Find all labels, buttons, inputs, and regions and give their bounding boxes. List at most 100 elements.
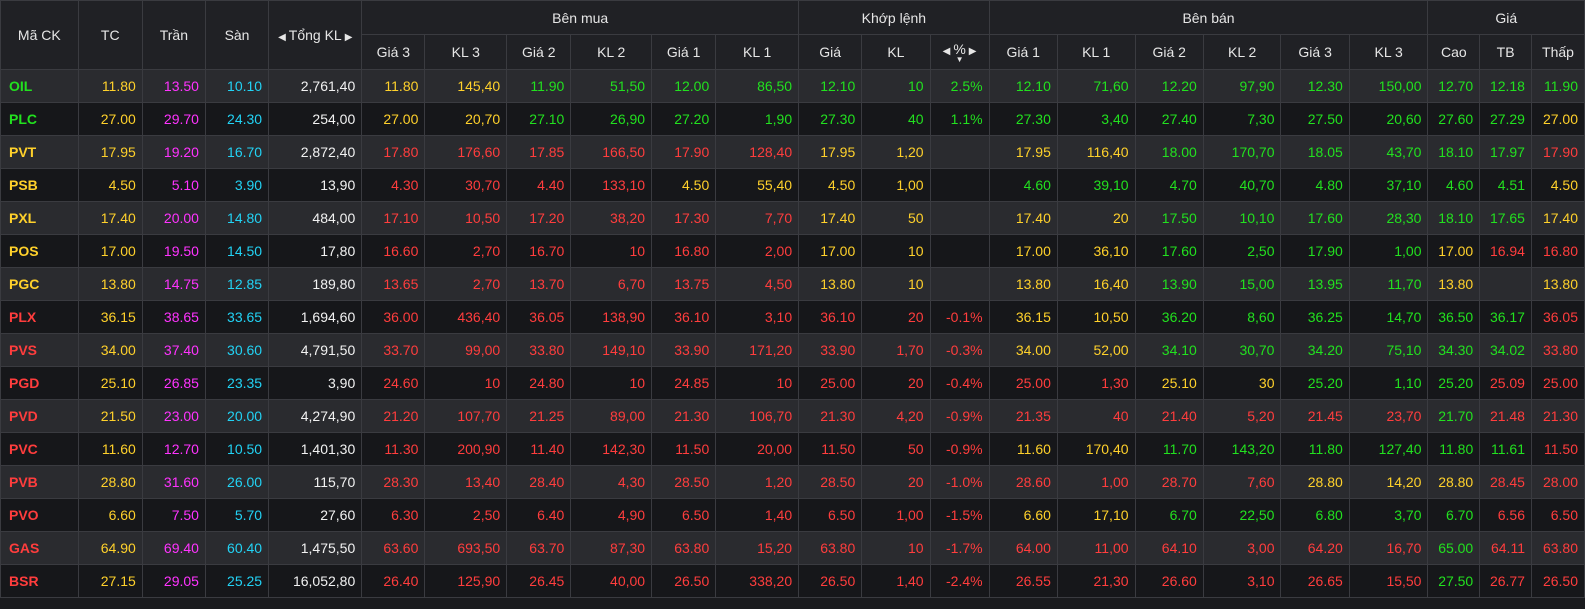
sell-price-2-cell: 17.50: [1134, 201, 1204, 235]
sell-vol-3-cell: 16,70: [1348, 531, 1429, 565]
buy-vol-2-cell: 166,50: [570, 135, 653, 169]
low-price-cell: 27.00: [1530, 102, 1585, 136]
sell-price-3-cell: 28.80: [1280, 465, 1350, 499]
ceil-price-cell: 5.10: [141, 168, 206, 202]
table-row[interactable]: PXL 17.40 20.00 14.80 484,00 17.10 10,50 17.20 3…: [0, 201, 1585, 235]
buy-vol-3-cell: 99,00: [424, 333, 508, 367]
match-pct-cell: 1.1%: [929, 102, 990, 136]
ceil-price-cell: 23.00: [141, 399, 206, 433]
arrow-left-icon[interactable]: ◀: [940, 46, 954, 57]
symbol-cell: PLC: [0, 102, 79, 136]
arrow-right-icon[interactable]: ▶: [342, 32, 356, 43]
sell-price-1-cell: 6.60: [988, 498, 1058, 532]
low-price-cell: 63.80: [1530, 531, 1585, 565]
avg-price-cell: [1479, 267, 1532, 301]
buy-vol-1-cell: 1,90: [715, 102, 800, 136]
avg-price-cell: 4.51: [1479, 168, 1532, 202]
ceil-price-cell: 20.00: [141, 201, 206, 235]
table-row[interactable]: PLX 36.15 38.65 33.65 1,694,60 36.00 436,40 36.…: [0, 300, 1585, 334]
col-header-ref[interactable]: TC: [77, 0, 143, 70]
col-header-sell-vol-1[interactable]: KL 1: [1056, 34, 1136, 70]
col-header-avg[interactable]: TB: [1479, 34, 1532, 70]
table-row[interactable]: PVC 11.60 12.70 10.50 1,401,30 11.30 200,90 11.…: [0, 432, 1585, 466]
high-price-cell: 25.20: [1427, 366, 1481, 400]
table-row[interactable]: PVT 17.95 19.20 16.70 2,872,40 17.80 176,60 17.…: [0, 135, 1585, 169]
col-header-ceil[interactable]: Trần: [141, 0, 206, 70]
arrow-left-icon[interactable]: ◀: [275, 32, 289, 43]
buy-price-2-cell: 21.25: [506, 399, 572, 433]
col-header-match-price[interactable]: Giá: [798, 34, 863, 70]
sell-price-3-cell: 64.20: [1280, 531, 1350, 565]
total-vol-cell: 1,475,50: [268, 531, 363, 565]
table-row[interactable]: PLC 27.00 29.70 24.30 254,00 27.00 20,70 27.10 2…: [0, 102, 1585, 136]
col-header-sell-price-3[interactable]: Giá 3: [1280, 34, 1350, 70]
table-row[interactable]: PVB 28.80 31.60 26.00 115,70 28.30 13,40 28.40 4…: [0, 465, 1585, 499]
table-row[interactable]: PVS 34.00 37.40 30.60 4,791,50 33.70 99,00 33.8…: [0, 333, 1585, 367]
sell-price-2-cell: 27.40: [1134, 102, 1204, 136]
table-row[interactable]: BSR 27.15 29.05 25.25 16,052,80 26.40 125,90 26…: [0, 564, 1585, 598]
table-row[interactable]: PGD 25.10 26.85 23.35 3,90 24.60 10 24.80 10 24.8…: [0, 366, 1585, 400]
buy-vol-3-cell: 2,70: [424, 234, 508, 268]
col-header-buy-price-2[interactable]: Giá 2: [506, 34, 572, 70]
col-header-high[interactable]: Cao: [1427, 34, 1481, 70]
sell-vol-3-cell: 1,10: [1348, 366, 1429, 400]
table-row[interactable]: PGC 13.80 14.75 12.85 189,80 13.65 2,70 13.70 6,…: [0, 267, 1585, 301]
col-header-buy-vol-3[interactable]: KL 3: [424, 34, 508, 70]
buy-vol-2-cell: 10: [570, 366, 653, 400]
sell-vol-1-cell: 10,50: [1056, 300, 1136, 334]
sell-vol-2-cell: 15,00: [1202, 267, 1282, 301]
col-header-match-pct[interactable]: ◀% ▶ ▼: [929, 34, 990, 70]
match-vol-cell: 50: [861, 201, 931, 235]
buy-vol-3-cell: 13,40: [424, 465, 508, 499]
total-vol-cell: 2,872,40: [268, 135, 363, 169]
match-vol-cell: 1,70: [861, 333, 931, 367]
col-header-match-vol[interactable]: KL: [861, 34, 931, 70]
table-row[interactable]: PSB 4.50 5.10 3.90 13,90 4.30 30,70 4.40 133,10 4…: [0, 168, 1585, 202]
buy-vol-1-cell: 128,40: [715, 135, 800, 169]
buy-price-1-cell: 13.75: [651, 267, 717, 301]
match-price-cell: 33.90: [798, 333, 863, 367]
col-header-low[interactable]: Thấp: [1530, 34, 1585, 70]
ref-price-cell: 4.50: [77, 168, 143, 202]
sell-vol-1-cell: 20: [1056, 201, 1136, 235]
table-row[interactable]: PVD 21.50 23.00 20.00 4,274,90 21.20 107,70 21.…: [0, 399, 1585, 433]
ceil-price-cell: 38.65: [141, 300, 206, 334]
buy-price-1-cell: 4.50: [651, 168, 717, 202]
table-row[interactable]: POS 17.00 19.50 14.50 17,80 16.60 2,70 16.70 10 1…: [0, 234, 1585, 268]
sell-price-2-cell: 6.70: [1134, 498, 1204, 532]
col-header-sell-vol-3[interactable]: KL 3: [1348, 34, 1429, 70]
sort-down-icon[interactable]: ▼: [937, 56, 983, 64]
table-row[interactable]: GAS 64.90 69.40 60.40 1,475,50 63.60 693,50 63.…: [0, 531, 1585, 565]
arrow-right-icon[interactable]: ▶: [966, 46, 980, 57]
col-header-total-vol[interactable]: ◀ Tổng KL ▶: [268, 0, 363, 70]
table-row[interactable]: OIL 11.80 13.50 10.10 2,761,40 11.80 145,40 11.…: [0, 69, 1585, 103]
table-row[interactable]: PVO 6.60 7.50 5.70 27,60 6.30 2,50 6.40 4,90 6.50…: [0, 498, 1585, 532]
high-price-cell: 18.10: [1427, 201, 1481, 235]
col-header-buy-price-3[interactable]: Giá 3: [361, 34, 426, 70]
sell-vol-3-cell: 28,30: [1348, 201, 1429, 235]
sell-vol-3-cell: 23,70: [1348, 399, 1429, 433]
floor-price-cell: 16.70: [204, 135, 270, 169]
col-header-symbol[interactable]: Mã CK: [0, 0, 79, 70]
col-header-sell-price-2[interactable]: Giá 2: [1134, 34, 1204, 70]
col-header-sell-price-1[interactable]: Giá 1: [988, 34, 1058, 70]
match-price-cell: 63.80: [798, 531, 863, 565]
avg-price-cell: 64.11: [1479, 531, 1532, 565]
col-header-buy-price-1[interactable]: Giá 1: [651, 34, 717, 70]
high-price-cell: 27.50: [1427, 564, 1481, 598]
match-vol-cell: 20: [861, 465, 931, 499]
buy-vol-1-cell: 1,40: [715, 498, 800, 532]
buy-vol-2-cell: 26,90: [570, 102, 653, 136]
avg-price-cell: 34.02: [1479, 333, 1532, 367]
col-header-sell-vol-2[interactable]: KL 2: [1202, 34, 1282, 70]
col-header-buy-vol-2[interactable]: KL 2: [570, 34, 653, 70]
total-vol-cell: 115,70: [268, 465, 363, 499]
buy-price-2-cell: 17.20: [506, 201, 572, 235]
total-vol-label: Tổng KL: [288, 27, 342, 43]
match-pct-cell: [929, 234, 990, 268]
match-price-cell: 13.80: [798, 267, 863, 301]
buy-price-2-cell: 28.40: [506, 465, 572, 499]
high-price-cell: 65.00: [1427, 531, 1481, 565]
col-header-floor[interactable]: Sàn: [204, 0, 270, 70]
col-header-buy-vol-1[interactable]: KL 1: [715, 34, 800, 70]
